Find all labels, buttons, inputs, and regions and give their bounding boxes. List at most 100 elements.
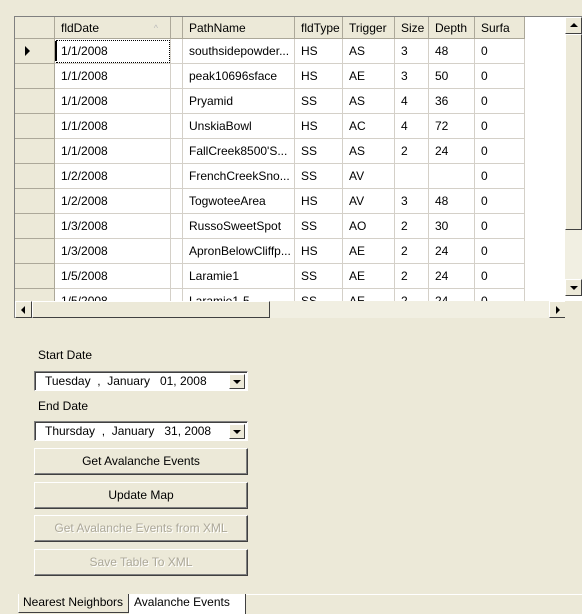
column-header-size[interactable]: Size bbox=[395, 17, 429, 39]
cell-depth[interactable]: 48 bbox=[429, 189, 475, 214]
cell-fldtype[interactable]: SS bbox=[295, 214, 343, 239]
cell-surface[interactable]: 0 bbox=[475, 264, 525, 289]
cell-pathname[interactable]: southsidepowder... bbox=[183, 39, 295, 64]
cell-size[interactable] bbox=[395, 164, 429, 189]
table-row[interactable]: 1/1/2008 FallCreek8500'S... SS AS 2 24 0 bbox=[15, 139, 525, 164]
cell-flddate[interactable]: 1/1/2008 bbox=[55, 139, 171, 164]
cell-size[interactable]: 2 bbox=[395, 139, 429, 164]
column-header-flddate[interactable]: fldDate ^ bbox=[55, 17, 171, 39]
horizontal-scroll-thumb[interactable] bbox=[32, 301, 270, 318]
column-header-trigger[interactable]: Trigger bbox=[343, 17, 395, 39]
cell-flddate[interactable]: 1/2/2008 bbox=[55, 189, 171, 214]
row-selector[interactable] bbox=[15, 189, 55, 214]
cell-trigger[interactable]: AV bbox=[343, 189, 395, 214]
cell-trigger[interactable]: AE bbox=[343, 264, 395, 289]
row-selector[interactable] bbox=[15, 239, 55, 264]
end-date-picker[interactable]: Thursday , January 31, 2008 bbox=[34, 421, 248, 441]
cell-size[interactable]: 3 bbox=[395, 39, 429, 64]
table-row[interactable]: 1/2/2008 FrenchCreekSno... SS AV 0 bbox=[15, 164, 525, 189]
end-date-dropdown-button[interactable] bbox=[229, 424, 245, 439]
cell-trigger[interactable]: AV bbox=[343, 164, 395, 189]
cell-pathname[interactable]: Pryamid bbox=[183, 89, 295, 114]
table-row[interactable]: 1/1/2008 UnskiaBowl HS AC 4 72 0 bbox=[15, 114, 525, 139]
cell-size[interactable]: 4 bbox=[395, 89, 429, 114]
cell-depth[interactable]: 50 bbox=[429, 64, 475, 89]
vertical-scrollbar[interactable] bbox=[565, 17, 582, 296]
cell-pathname[interactable]: peak10696sface bbox=[183, 64, 295, 89]
cell-trigger[interactable]: AS bbox=[343, 139, 395, 164]
cell-trigger[interactable]: AE bbox=[343, 64, 395, 89]
scroll-right-button[interactable] bbox=[549, 301, 566, 318]
cell-fldtype[interactable]: HS bbox=[295, 39, 343, 64]
start-date-dropdown-button[interactable] bbox=[229, 374, 245, 389]
table-row[interactable]: 1/1/2008 southsidepowder... HS AS 3 48 0 bbox=[15, 39, 525, 64]
cell-depth[interactable]: 72 bbox=[429, 114, 475, 139]
get-avalanche-events-button[interactable]: Get Avalanche Events bbox=[34, 448, 248, 475]
table-row[interactable]: 1/1/2008 Pryamid SS AS 4 36 0 bbox=[15, 89, 525, 114]
cell-flddate[interactable]: 1/1/2008 bbox=[55, 64, 171, 89]
cell-fldtype[interactable]: HS bbox=[295, 114, 343, 139]
tab-avalanche-events[interactable]: Avalanche Events bbox=[129, 594, 246, 614]
cell-trigger[interactable]: AS bbox=[343, 89, 395, 114]
horizontal-scrollbar[interactable] bbox=[15, 301, 566, 318]
cell-surface[interactable]: 0 bbox=[475, 64, 525, 89]
table-row[interactable]: 1/3/2008 ApronBelowCliffp... HS AE 2 24 0 bbox=[15, 239, 525, 264]
row-selector[interactable] bbox=[15, 164, 55, 189]
column-header-pathname[interactable]: PathName bbox=[183, 17, 295, 39]
cell-fldtype[interactable]: SS bbox=[295, 264, 343, 289]
table-row[interactable]: 1/2/2008 TogwoteeArea HS AV 3 48 0 bbox=[15, 189, 525, 214]
cell-surface[interactable]: 0 bbox=[475, 239, 525, 264]
cell-flddate[interactable]: 1/2/2008 bbox=[55, 164, 171, 189]
cell-surface[interactable]: 0 bbox=[475, 139, 525, 164]
cell-depth[interactable]: 30 bbox=[429, 214, 475, 239]
row-selector[interactable] bbox=[15, 139, 55, 164]
column-header-surface[interactable]: Surfa bbox=[475, 17, 525, 39]
scroll-up-button[interactable] bbox=[565, 17, 582, 34]
cell-pathname[interactable]: TogwoteeArea bbox=[183, 189, 295, 214]
table-row[interactable]: 1/3/2008 RussoSweetSpot SS AO 2 30 0 bbox=[15, 214, 525, 239]
cell-depth[interactable]: 36 bbox=[429, 89, 475, 114]
cell-flddate[interactable]: 1/1/2008 bbox=[55, 114, 171, 139]
cell-pathname[interactable]: FrenchCreekSno... bbox=[183, 164, 295, 189]
cell-flddate[interactable]: 1/1/2008 bbox=[55, 89, 171, 114]
cell-depth[interactable]: 24 bbox=[429, 264, 475, 289]
column-header-fldtype[interactable]: fldType bbox=[295, 17, 343, 39]
cell-fldtype[interactable]: SS bbox=[295, 139, 343, 164]
vertical-scroll-thumb[interactable] bbox=[565, 34, 582, 230]
cell-pathname[interactable]: UnskiaBowl bbox=[183, 114, 295, 139]
save-table-to-xml-button[interactable]: Save Table To XML bbox=[34, 549, 248, 576]
cell-depth[interactable]: 24 bbox=[429, 139, 475, 164]
cell-surface[interactable]: 0 bbox=[475, 189, 525, 214]
row-selector[interactable] bbox=[15, 114, 55, 139]
cell-flddate[interactable]: 1/3/2008 bbox=[55, 214, 171, 239]
cell-surface[interactable]: 0 bbox=[475, 214, 525, 239]
cell-depth[interactable]: 24 bbox=[429, 239, 475, 264]
cell-size[interactable]: 4 bbox=[395, 114, 429, 139]
cell-surface[interactable]: 0 bbox=[475, 164, 525, 189]
scroll-left-button[interactable] bbox=[15, 301, 32, 318]
cell-fldtype[interactable]: HS bbox=[295, 189, 343, 214]
cell-fldtype[interactable]: SS bbox=[295, 164, 343, 189]
cell-pathname[interactable]: FallCreek8500'S... bbox=[183, 139, 295, 164]
column-header-depth[interactable]: Depth bbox=[429, 17, 475, 39]
cell-pathname[interactable]: RussoSweetSpot bbox=[183, 214, 295, 239]
cell-fldtype[interactable]: HS bbox=[295, 64, 343, 89]
events-data-grid[interactable]: fldDate ^ PathName fldType Trigger Size Depth S… bbox=[14, 16, 582, 318]
cell-flddate[interactable]: 1/3/2008 bbox=[55, 239, 171, 264]
cell-pathname[interactable]: ApronBelowCliffp... bbox=[183, 239, 295, 264]
cell-trigger[interactable]: AE bbox=[343, 239, 395, 264]
cell-surface[interactable]: 0 bbox=[475, 114, 525, 139]
cell-flddate[interactable]: 1/1/2008 bbox=[55, 39, 171, 64]
cell-trigger[interactable]: AC bbox=[343, 114, 395, 139]
cell-size[interactable]: 2 bbox=[395, 239, 429, 264]
cell-pathname[interactable]: Laramie1 bbox=[183, 264, 295, 289]
cell-size[interactable]: 3 bbox=[395, 189, 429, 214]
cell-fldtype[interactable]: HS bbox=[295, 239, 343, 264]
cell-flddate[interactable]: 1/5/2008 bbox=[55, 264, 171, 289]
cell-depth[interactable] bbox=[429, 164, 475, 189]
cell-trigger[interactable]: AS bbox=[343, 39, 395, 64]
cell-surface[interactable]: 0 bbox=[475, 89, 525, 114]
row-selector[interactable] bbox=[15, 264, 55, 289]
row-selector[interactable] bbox=[15, 39, 55, 64]
update-map-button[interactable]: Update Map bbox=[34, 482, 248, 509]
